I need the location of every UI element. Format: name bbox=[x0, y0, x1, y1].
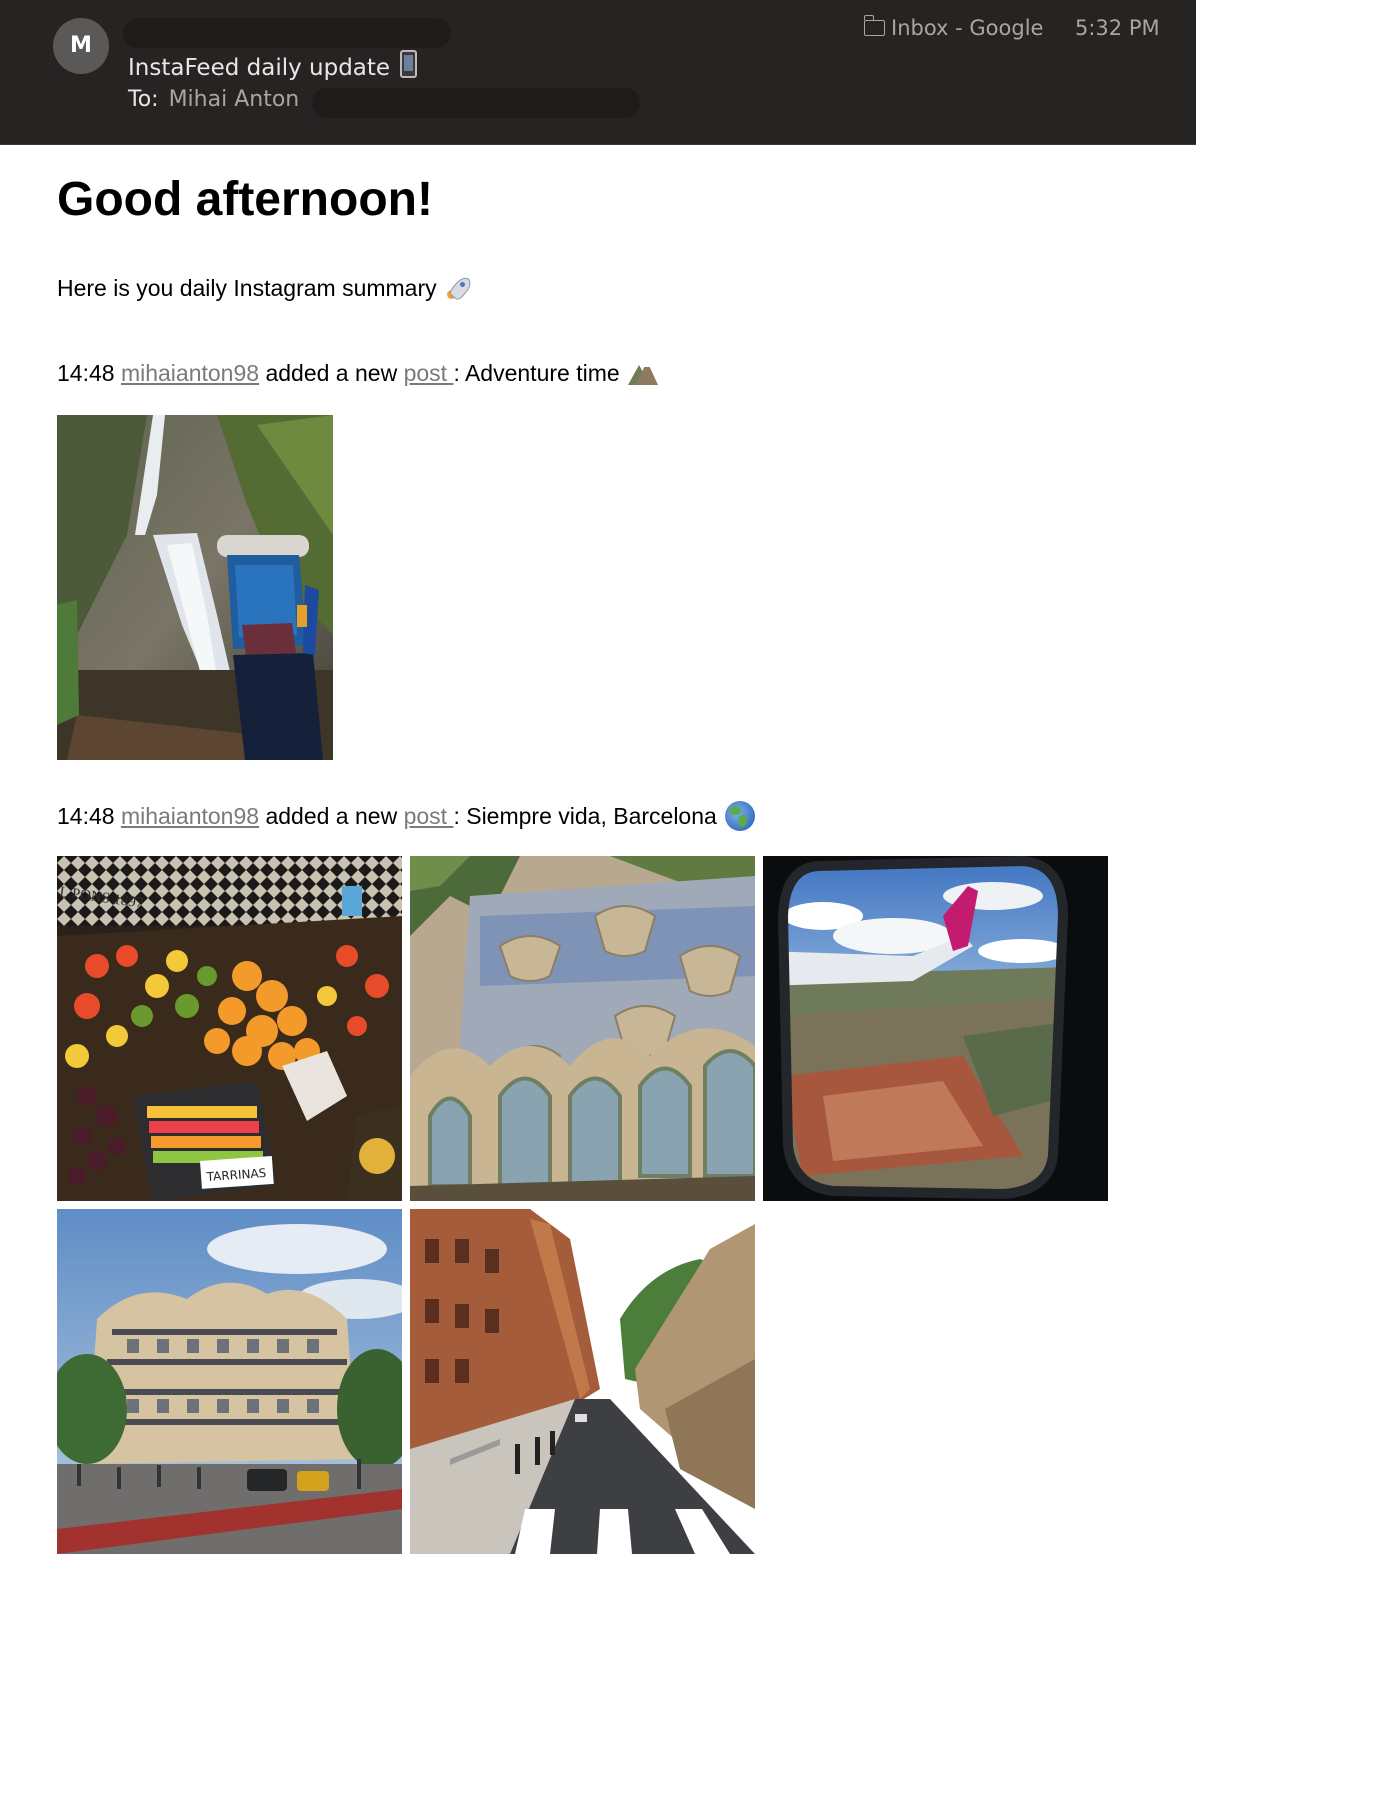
mobile-phone-icon bbox=[400, 50, 418, 78]
post-action: added a new bbox=[265, 360, 398, 386]
received-time: 5:32 PM bbox=[1075, 16, 1160, 40]
email-subject: InstaFeed daily update bbox=[128, 50, 418, 81]
mailbox-folder[interactable]: Inbox - Google bbox=[863, 15, 1044, 40]
post-link[interactable]: post bbox=[404, 360, 454, 386]
folder-icon bbox=[863, 15, 885, 36]
post-entry-2: 14:48 mihaianton98 added a new post : Si… bbox=[57, 801, 755, 831]
post-photo-fruit-market[interactable]: L PONS 1897 TARRINAS bbox=[57, 856, 402, 1201]
user-link[interactable]: mihaianton98 bbox=[121, 360, 259, 386]
mailbox-folder-label: Inbox - Google bbox=[891, 16, 1044, 40]
greeting-heading: Good afternoon! bbox=[57, 173, 433, 226]
email-subject-text: InstaFeed daily update bbox=[128, 55, 391, 81]
to-label: To: bbox=[128, 87, 159, 112]
post-entry-1: 14:48 mihaianton98 added a new post : Ad… bbox=[57, 360, 658, 387]
post-action: added a new bbox=[265, 803, 398, 829]
post-caption: : Siempre vida, Barcelona bbox=[453, 803, 717, 829]
recipient-name[interactable]: Mihai Anton bbox=[169, 87, 300, 112]
globe-icon bbox=[724, 801, 755, 831]
sender-avatar[interactable]: M bbox=[53, 18, 109, 74]
post-time: 14:48 bbox=[57, 360, 115, 386]
post-photo-casa-batllo[interactable] bbox=[410, 856, 755, 1201]
sender-name-redacted bbox=[123, 18, 451, 48]
post-photo-hiker-waterfall[interactable] bbox=[57, 415, 333, 760]
post-photo-sloped-street[interactable] bbox=[410, 1209, 755, 1554]
post-caption: : Adventure time bbox=[453, 360, 620, 386]
mountain-icon bbox=[627, 361, 658, 385]
recipient-email-redacted bbox=[312, 88, 640, 118]
recipient-line: To: Mihai Anton bbox=[128, 87, 299, 112]
post-link[interactable]: post bbox=[404, 803, 454, 829]
intro-text: Here is you daily Instagram summary bbox=[57, 272, 475, 302]
post-photo-airplane-window[interactable] bbox=[763, 856, 1108, 1201]
intro-label: Here is you daily Instagram summary bbox=[57, 275, 437, 301]
rocket-icon bbox=[445, 272, 475, 302]
post-photo-casa-mila[interactable] bbox=[57, 1209, 402, 1554]
user-link[interactable]: mihaianton98 bbox=[121, 803, 259, 829]
email-header: M InstaFeed daily update To: Mihai Anton … bbox=[0, 0, 1196, 145]
post-time: 14:48 bbox=[57, 803, 115, 829]
